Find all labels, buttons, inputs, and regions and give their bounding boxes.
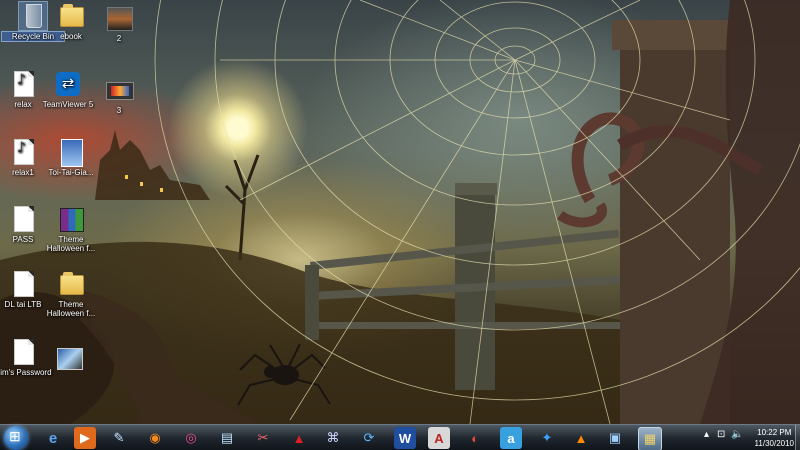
desktop-icon-label: 2	[116, 34, 122, 43]
text-file-icon	[9, 205, 37, 233]
media-center-icon[interactable]: ◐	[464, 427, 486, 449]
desktop-icon-theme-halloween-archive[interactable]: Theme Halloween f...	[38, 205, 104, 253]
desktop-icon-image-shortcut[interactable]	[36, 344, 102, 374]
desktop-icon-3[interactable]: 3	[86, 76, 152, 115]
folder-icon	[57, 270, 85, 298]
clock-time: 10:22 PM	[757, 428, 792, 437]
pdf-book-icon	[57, 138, 85, 167]
volume-icon[interactable]: 🔈	[731, 429, 743, 440]
file-explorer-icon[interactable]: ▦	[638, 427, 662, 450]
network-status-icon[interactable]: ⊡	[717, 429, 725, 440]
word-icon[interactable]: W	[394, 427, 416, 449]
messenger-icon[interactable]: ✦	[536, 427, 558, 449]
update-icon[interactable]: ⟳	[358, 427, 380, 449]
network-icon[interactable]: ⌘	[322, 427, 344, 449]
archive-icon	[57, 205, 85, 233]
clock-date: 11/30/2010	[754, 439, 794, 448]
pdf-reader-icon[interactable]: ▲	[288, 427, 310, 449]
desktop-icon-label: 3	[116, 106, 122, 115]
desktop-icon-label: Theme Halloween f...	[46, 235, 96, 253]
desktop-icon-label: Theme Halloween f...	[46, 300, 96, 318]
start-button[interactable]	[4, 426, 28, 450]
internet-explorer-icon[interactable]: e	[42, 427, 64, 449]
desktop-icon-toi-tai-gia[interactable]: Toi-Tai-Gia...	[38, 138, 104, 177]
text-file-icon	[9, 270, 37, 298]
firefox-icon[interactable]: ◉	[144, 427, 166, 449]
folder-icon	[57, 2, 85, 30]
taskbar: e ▶ ✎ ◉ ◎ ▤ ✂ ▲ ⌘ ⟳ W A ◐ a ✦ ▲ ▣ ▦ ▴ ⊡ …	[0, 424, 800, 450]
audio-file-icon: ♪	[9, 138, 37, 166]
show-desktop-button[interactable]	[795, 425, 800, 450]
system-clock[interactable]: 10:22 PM 11/30/2010	[755, 427, 794, 449]
desktop-icon-label: Toi-Tai-Gia...	[48, 168, 94, 177]
image-shortcut-icon	[55, 344, 83, 372]
audio-file-icon: ♪	[9, 70, 37, 98]
halloween-wallpaper-art	[0, 0, 800, 424]
media-player-icon[interactable]: ▶	[74, 427, 96, 449]
paint-program-icon[interactable]: ✎	[108, 427, 130, 449]
desktop-icon-2[interactable]: 2	[86, 4, 152, 43]
ameba-icon[interactable]: a	[500, 427, 522, 449]
screen-capture-icon[interactable]: ✂	[252, 427, 274, 449]
desktop-wallpaper: Recycle Bin ebook 2 ♪ relax ⇄ TeamViewer…	[0, 0, 800, 424]
show-hidden-icons-chevron-icon[interactable]: ▴	[704, 429, 709, 440]
teamviewer-icon: ⇄	[54, 70, 82, 98]
vlc-icon[interactable]: ▲	[570, 427, 592, 449]
remote-desktop-icon[interactable]: ▣	[604, 427, 626, 449]
text-file-icon	[9, 338, 37, 366]
notepad-icon[interactable]: ▤	[216, 427, 238, 449]
desktop-icon-theme-halloween-folder[interactable]: Theme Halloween f...	[38, 270, 104, 318]
chrome-icon[interactable]: ◎	[180, 427, 202, 449]
dictionary-icon[interactable]: A	[428, 427, 450, 449]
video-file-icon	[105, 76, 134, 104]
game-shortcut-icon	[105, 4, 133, 32]
